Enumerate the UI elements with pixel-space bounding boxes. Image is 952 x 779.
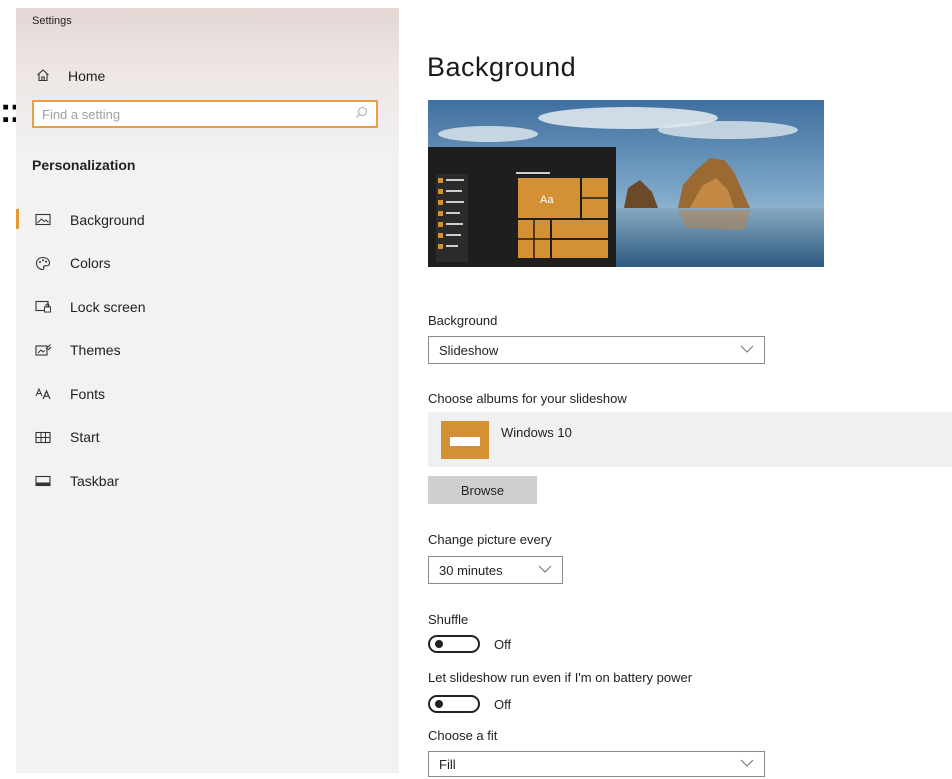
sidebar-item-label: Background: [70, 211, 145, 228]
section-title: Personalization: [32, 157, 136, 173]
battery-label: Let slideshow run even if I'm on battery…: [428, 670, 693, 685]
shuffle-state: Off: [494, 636, 512, 652]
sidebar-item-label: Start: [70, 429, 100, 446]
shuffle-label: Shuffle: [428, 612, 469, 627]
settings-sidebar: Settings Home Personalization Background…: [16, 8, 399, 773]
fit-dropdown[interactable]: Fill: [428, 751, 765, 777]
preview-image: Aa: [428, 100, 824, 267]
sidebar-item-label: Fonts: [70, 385, 106, 402]
shuffle-row: Off: [428, 633, 511, 655]
sidebar-item-label: Themes: [70, 342, 121, 359]
shuffle-toggle[interactable]: [428, 635, 480, 653]
albums-label: Choose albums for your slideshow: [428, 391, 627, 406]
taskbar-icon: [32, 475, 54, 487]
preview-sample-text: Aa: [540, 194, 554, 206]
fit-label: Choose a fit: [428, 728, 498, 743]
sidebar-item-colors[interactable]: Colors: [16, 242, 399, 286]
background-type-label: Background: [428, 313, 498, 328]
battery-state: Off: [494, 696, 512, 712]
background-type-dropdown[interactable]: Slideshow: [428, 336, 765, 364]
home-icon: [32, 68, 54, 85]
change-picture-value: 30 minutes: [439, 562, 503, 578]
album-name: Windows 10: [501, 425, 572, 440]
sidebar-item-label: Colors: [70, 255, 111, 272]
sidebar-item-label: Lock screen: [70, 298, 146, 315]
start-icon: [32, 431, 54, 444]
themes-icon: [32, 343, 54, 357]
battery-toggle[interactable]: [428, 695, 480, 713]
picture-icon: [32, 213, 54, 226]
sidebar-item-taskbar[interactable]: Taskbar: [16, 459, 399, 503]
sidebar-item-background[interactable]: Background: [16, 198, 399, 242]
sidebar-item-label: Taskbar: [70, 472, 120, 489]
change-picture-dropdown[interactable]: 30 minutes: [428, 556, 563, 584]
sidebar-item-start[interactable]: Start: [16, 416, 399, 460]
sidebar-item-lock-screen[interactable]: Lock screen: [16, 285, 399, 329]
background-type-value: Slideshow: [439, 342, 499, 358]
search-box[interactable]: [32, 100, 378, 128]
page-title: Background: [427, 52, 577, 82]
sidebar-item-fonts[interactable]: Fonts: [16, 372, 399, 416]
sidebar-item-themes[interactable]: Themes: [16, 329, 399, 373]
fonts-icon: [32, 387, 54, 400]
album-folder-icon: [441, 421, 489, 459]
background-preview: Aa: [428, 100, 824, 267]
palette-icon: [32, 256, 54, 271]
battery-row: Off: [428, 693, 511, 715]
fit-value: Fill: [439, 756, 456, 772]
chevron-down-icon: [740, 344, 754, 356]
lock-screen-icon: [32, 300, 54, 313]
chevron-down-icon: [538, 564, 552, 576]
home-label: Home: [68, 68, 106, 84]
album-item[interactable]: Windows 10: [428, 412, 952, 467]
chevron-down-icon: [740, 758, 754, 770]
change-picture-label: Change picture every: [428, 532, 552, 547]
search-icon[interactable]: [355, 106, 368, 122]
search-input[interactable]: [42, 106, 355, 122]
home-nav-item[interactable]: Home: [32, 64, 105, 88]
window-title: Settings: [32, 15, 72, 27]
personalization-nav: Background Colors Lock screen Themes Fon…: [16, 198, 399, 503]
browse-button[interactable]: Browse: [428, 476, 537, 504]
